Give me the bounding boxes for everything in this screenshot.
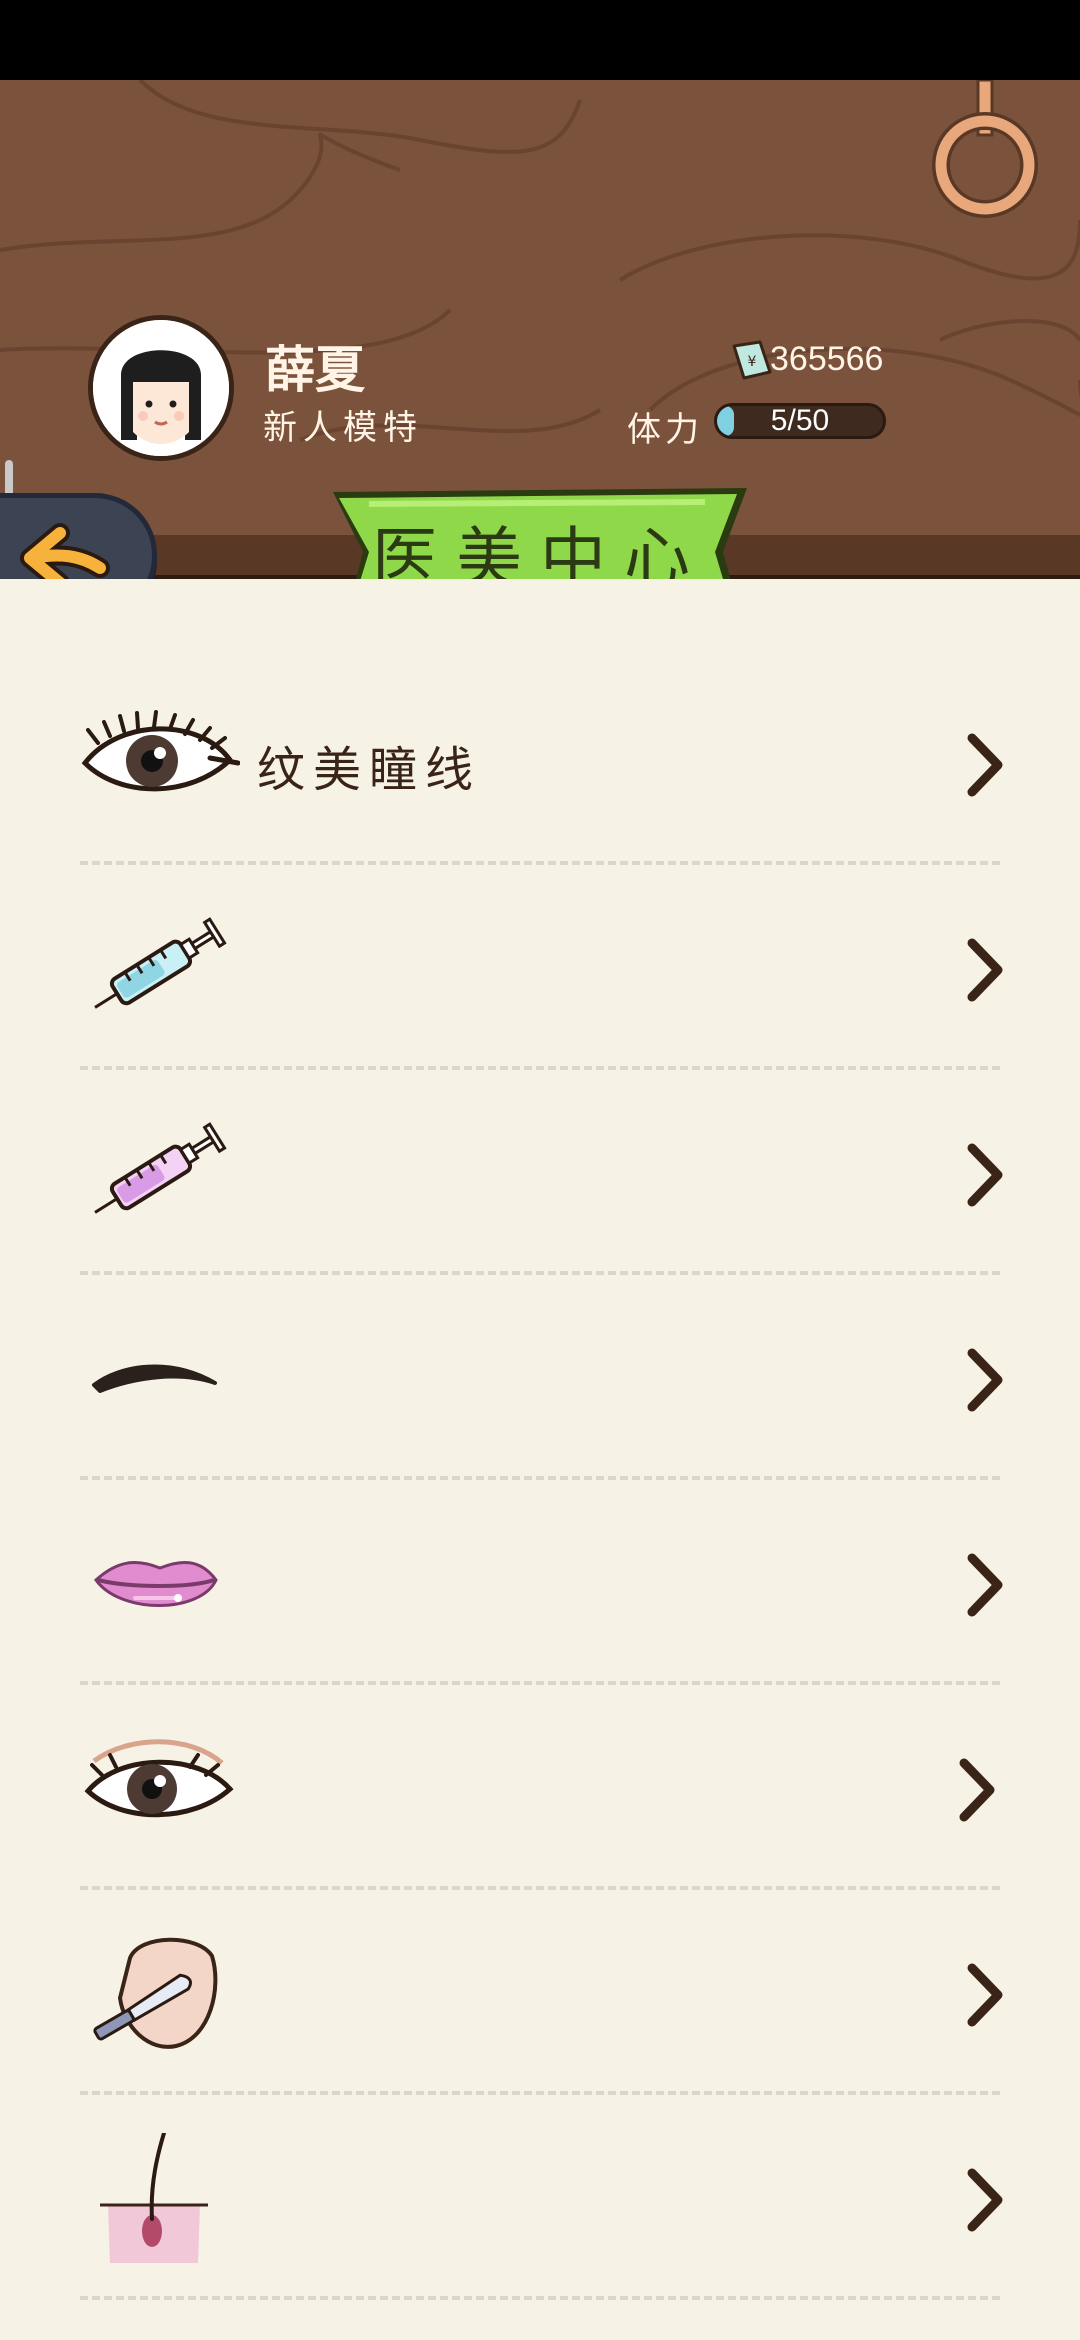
stamina-bar: 5/50 bbox=[714, 403, 886, 439]
chevron-right-icon bbox=[967, 733, 1003, 797]
eye-liner-icon bbox=[81, 710, 240, 792]
menu-item-eyebrow[interactable] bbox=[80, 1275, 1003, 1480]
menu-item-syringe-blue[interactable] bbox=[80, 865, 1003, 1070]
chevron-right-icon bbox=[967, 1143, 1003, 1207]
player-name: 薛夏 bbox=[265, 340, 365, 399]
pull-ring-icon[interactable] bbox=[925, 80, 1045, 230]
face-scalpel-icon bbox=[93, 1937, 218, 2049]
wood-header bbox=[0, 80, 1080, 535]
menu-item-syringe-pink[interactable] bbox=[80, 1070, 1003, 1275]
menu-item-double-eyelid[interactable] bbox=[80, 1685, 1000, 1890]
syringe-pink-icon bbox=[94, 1122, 227, 1214]
chevron-right-icon bbox=[967, 938, 1003, 1002]
double-eyelid-icon bbox=[84, 1739, 234, 1818]
hair-removal-icon bbox=[100, 2133, 208, 2263]
menu-item-eyeliner[interactable]: 纹美瞳线 bbox=[80, 660, 1003, 865]
stamina-value: 5/50 bbox=[770, 404, 830, 437]
menu-item-lips[interactable] bbox=[80, 1480, 1003, 1685]
row-divider bbox=[80, 2296, 1000, 2300]
svg-text:¥: ¥ bbox=[748, 354, 757, 370]
chevron-right-icon bbox=[967, 2168, 1003, 2232]
player-title: 新人模特 bbox=[263, 408, 423, 448]
wood-grain-decoration bbox=[0, 80, 1080, 442]
chevron-right-icon bbox=[959, 1758, 995, 1822]
status-bar bbox=[0, 0, 1080, 80]
stamina-label: 体力 bbox=[627, 410, 703, 450]
syringe-blue-icon bbox=[94, 917, 227, 1009]
avatar-face-icon bbox=[93, 320, 229, 456]
money-value: 365566 bbox=[770, 340, 884, 378]
menu-item-hair-removal[interactable] bbox=[80, 2095, 1003, 2300]
lips-icon bbox=[94, 1560, 218, 1607]
chevron-right-icon bbox=[967, 1348, 1003, 1412]
menu-item-face-scalpel[interactable] bbox=[80, 1890, 1003, 2095]
money-icon: ¥ bbox=[732, 340, 772, 380]
chevron-right-icon bbox=[967, 1553, 1003, 1617]
avatar[interactable] bbox=[88, 315, 234, 461]
eyebrow-icon bbox=[92, 1364, 217, 1393]
chevron-right-icon bbox=[967, 1963, 1003, 2027]
menu-item-label: 纹美瞳线 bbox=[257, 742, 482, 798]
